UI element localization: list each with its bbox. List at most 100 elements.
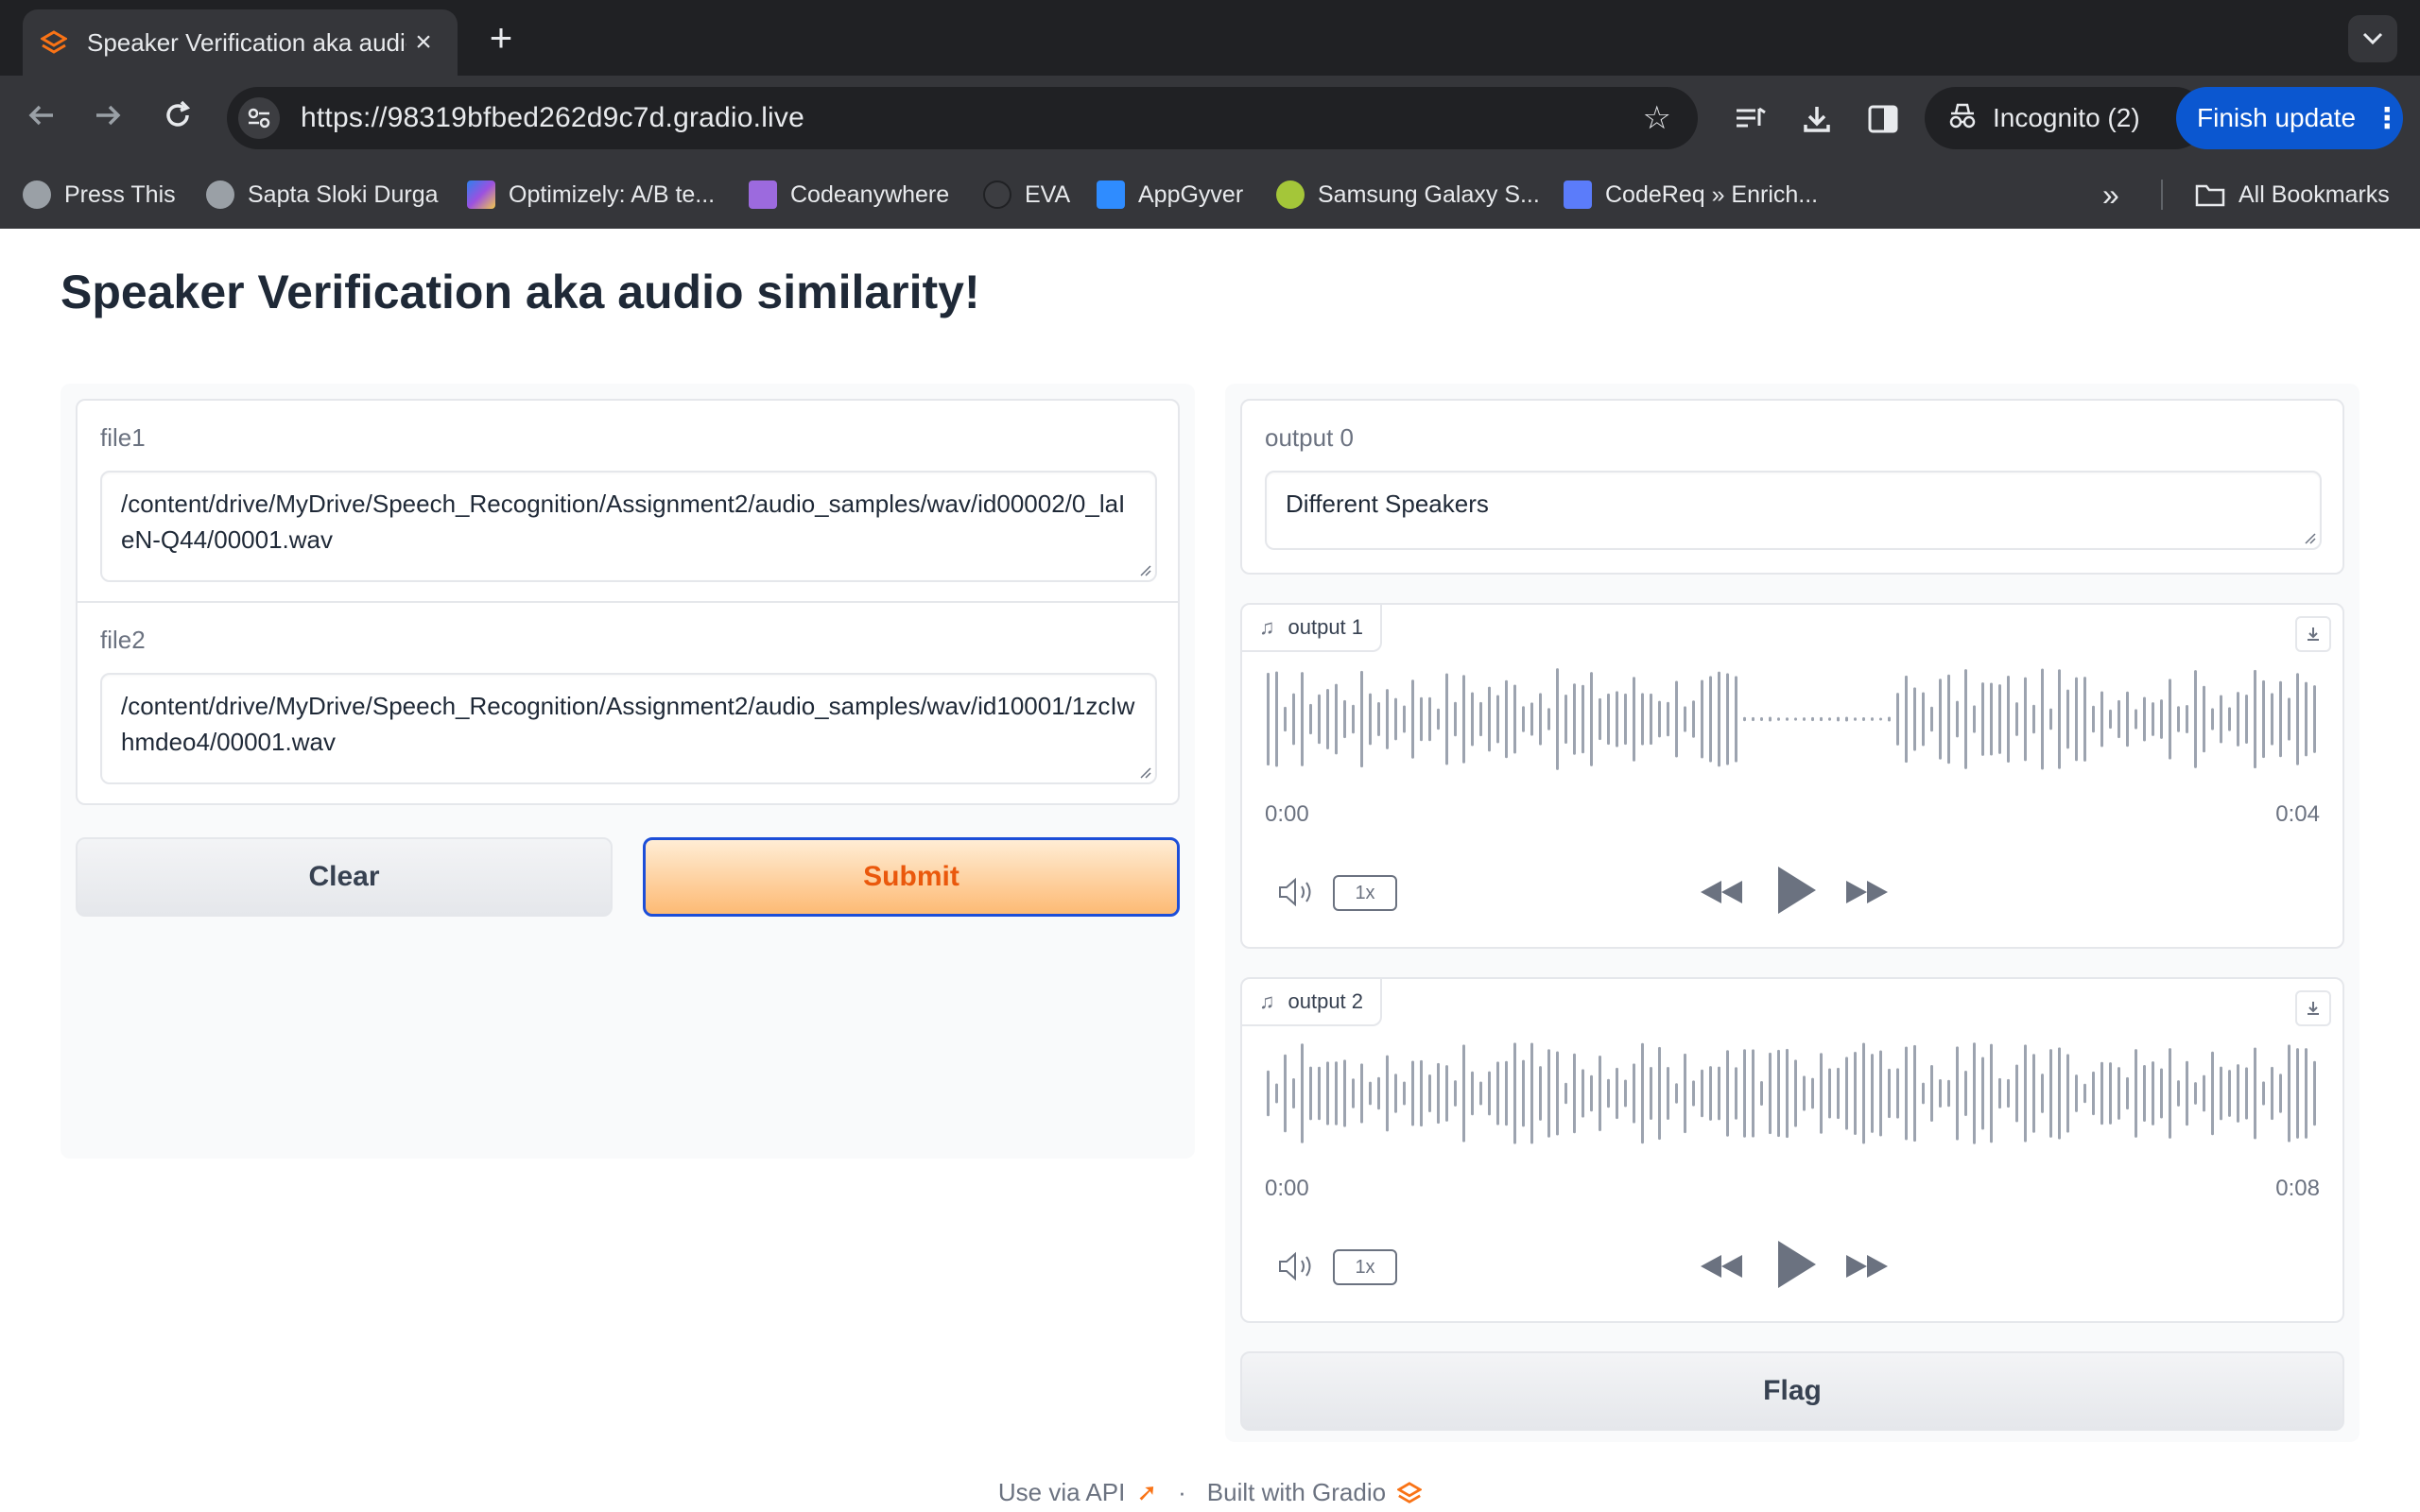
resize-handle-icon[interactable] — [2303, 531, 2316, 544]
site-info-icon[interactable] — [238, 97, 280, 139]
waveform-bar — [2135, 709, 2137, 730]
waveform-bar — [1530, 702, 1533, 736]
waveform-bar — [2194, 670, 2197, 768]
waveform-bar — [1428, 1074, 1431, 1112]
address-bar[interactable]: https://98319bfbed262d9c7d.gradio.live ☆ — [227, 87, 1698, 149]
submit-button[interactable]: Submit — [643, 837, 1180, 917]
waveform-bar — [1854, 717, 1857, 721]
bookmark-item[interactable]: Sapta Sloki Durga — [206, 178, 439, 212]
playback-speed-button[interactable]: 1x — [1333, 1249, 1397, 1285]
fast-forward-icon[interactable] — [1841, 1246, 1893, 1287]
waveform-bar — [1709, 676, 1712, 763]
new-tab-icon[interactable]: + — [480, 17, 522, 59]
bookmark-item[interactable]: Codeanywhere — [749, 178, 949, 212]
output1-time-end: 0:04 — [2275, 801, 2320, 827]
waveform-bar — [1735, 1067, 1737, 1120]
waveform-bar — [1820, 1053, 1823, 1134]
waveform-bar — [2066, 689, 2069, 749]
waveform-bar — [1488, 686, 1491, 752]
waveform-bar — [1360, 1063, 1363, 1124]
play-icon[interactable] — [1770, 860, 1823, 920]
bookmark-item[interactable]: Optimizely: A/B te... — [467, 178, 715, 212]
waveform-bar — [2143, 696, 2146, 742]
tab-search-chevron-icon[interactable] — [2348, 15, 2397, 62]
waveform-bar — [1403, 1081, 1406, 1106]
resize-handle-icon[interactable] — [1138, 563, 1151, 576]
bookmark-item[interactable]: Samsung Galaxy S... — [1276, 178, 1540, 212]
waveform-bar — [1326, 1061, 1329, 1125]
waveform-bar — [1998, 1077, 2001, 1109]
file1-textbox[interactable]: /content/drive/MyDrive/Speech_Recognitio… — [100, 471, 1157, 582]
file1-value: /content/drive/MyDrive/Speech_Recognitio… — [121, 490, 1126, 554]
waveform-bar — [1462, 675, 1465, 764]
use-via-api-link[interactable]: Use via API — [998, 1478, 1125, 1507]
incognito-indicator[interactable]: Incognito (2) — [1925, 87, 2206, 149]
bookmark-item[interactable]: AppGyver — [1097, 178, 1243, 212]
download-icon[interactable] — [2295, 990, 2331, 1026]
waveform-bar — [1862, 1042, 1865, 1144]
output1-audio-player: ♫ output 1 0:00 0:04 1x — [1240, 603, 2344, 949]
resize-handle-icon[interactable] — [1138, 765, 1151, 779]
rewind-icon[interactable] — [1696, 1246, 1747, 1287]
finish-update-label: Finish update — [2197, 103, 2357, 132]
tab-strip: Speaker Verification aka audio × + — [0, 0, 2420, 76]
waveform-bar — [1658, 1046, 1661, 1141]
waveform-bar — [1990, 682, 1993, 756]
fast-forward-icon[interactable] — [1841, 871, 1893, 913]
playback-speed-button[interactable]: 1x — [1333, 875, 1397, 911]
reload-icon[interactable] — [155, 98, 200, 141]
bookmark-item[interactable]: Press This — [23, 178, 176, 212]
more-menu-icon[interactable]: ⋮ — [2373, 102, 2401, 135]
tab-close-icon[interactable]: × — [406, 26, 441, 59]
built-with-gradio-link[interactable]: Built with Gradio — [1207, 1478, 1386, 1507]
waveform-bar — [2271, 1066, 2273, 1121]
page-title: Speaker Verification aka audio similarit… — [60, 266, 980, 318]
forward-icon[interactable] — [85, 98, 130, 141]
clear-button[interactable]: Clear — [76, 837, 613, 917]
bookmark-label: Optimizely: A/B te... — [509, 180, 716, 208]
bookmark-item[interactable]: EVA — [983, 178, 1070, 212]
waveform-bar — [1879, 717, 1882, 721]
waveform-bar — [1845, 716, 1848, 722]
bookmark-label: EVA — [1025, 180, 1071, 208]
browser-tab[interactable]: Speaker Verification aka audio × — [23, 9, 458, 76]
output2-waveform[interactable] — [1265, 1041, 2316, 1145]
download-icon[interactable] — [2295, 616, 2331, 652]
waveform-bar — [1862, 716, 1865, 722]
reading-list-icon[interactable] — [1730, 98, 1772, 140]
more-bookmarks-chevron-icon[interactable]: » — [2102, 178, 2119, 213]
output2-audio-player: ♫ output 2 0:00 0:08 1x — [1240, 977, 2344, 1323]
all-bookmarks-button[interactable]: All Bookmarks — [2195, 178, 2390, 212]
waveform-bar — [1445, 673, 1448, 765]
play-icon[interactable] — [1770, 1234, 1823, 1295]
waveform-bar — [1718, 671, 1720, 767]
waveform-bar — [2262, 1081, 2265, 1106]
url-text[interactable]: https://98319bfbed262d9c7d.gradio.live — [301, 102, 1643, 134]
waveform-bar — [1403, 705, 1406, 733]
waveform-bar — [2007, 1078, 2010, 1108]
waveform-bar — [1947, 674, 1950, 765]
waveform-bar — [1471, 1071, 1474, 1116]
globe-icon — [23, 180, 51, 209]
waveform-bar — [1496, 1061, 1499, 1125]
volume-icon[interactable] — [1274, 871, 1320, 913]
download-icon[interactable] — [1796, 98, 1838, 140]
flag-button[interactable]: Flag — [1240, 1351, 2344, 1431]
waveform-bar — [2305, 1048, 2308, 1139]
side-panel-icon[interactable] — [1862, 98, 1904, 140]
file2-textbox[interactable]: /content/drive/MyDrive/Speech_Recognitio… — [100, 673, 1157, 784]
output1-waveform[interactable] — [1265, 667, 2316, 771]
rewind-icon[interactable] — [1696, 871, 1747, 913]
waveform-bar — [1582, 1069, 1584, 1118]
waveform-bar — [1377, 1076, 1380, 1110]
bookmark-item[interactable]: CodeReq » Enrich... — [1564, 178, 1818, 212]
volume-icon[interactable] — [1274, 1246, 1320, 1287]
waveform-bar — [1301, 672, 1304, 766]
waveform-bar — [1437, 708, 1440, 730]
back-icon[interactable] — [19, 98, 64, 141]
bookmark-star-icon[interactable]: ☆ — [1643, 99, 1671, 137]
waveform-bar — [1318, 694, 1321, 745]
finish-update-button[interactable]: Finish update ⋮ — [2176, 87, 2403, 149]
output0-textbox[interactable]: Different Speakers — [1265, 471, 2322, 550]
waveform-bar — [1284, 706, 1287, 732]
